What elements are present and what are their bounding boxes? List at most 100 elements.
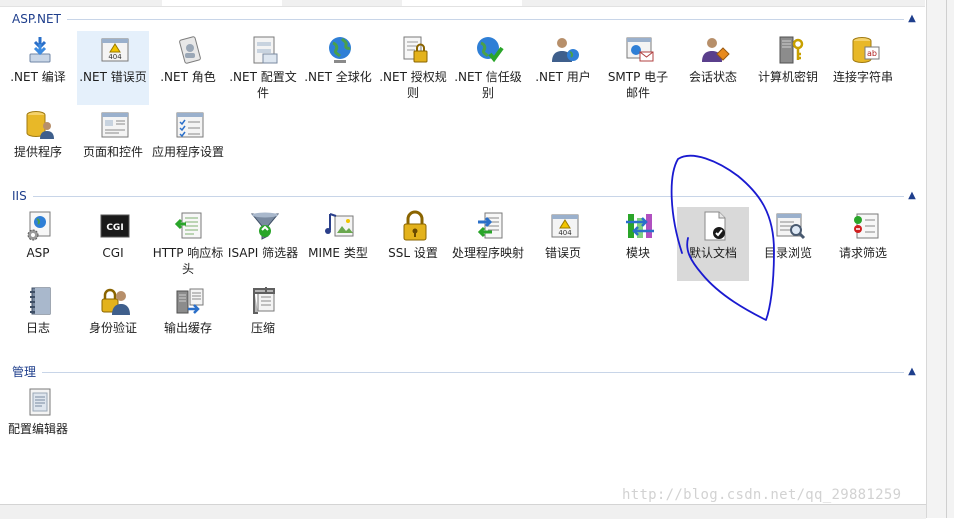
svg-text:404: 404	[108, 53, 122, 61]
feature-machine-key[interactable]: 计算机密钥	[752, 31, 824, 105]
feature-net-compilation[interactable]: .NET 编译	[2, 31, 74, 105]
role-card-icon	[174, 34, 206, 66]
feature-label: 连接字符串	[832, 70, 893, 84]
request-filter-icon	[849, 210, 881, 242]
output-cache-icon	[174, 285, 206, 317]
group-title-management: 管理	[12, 364, 43, 380]
padlock-icon	[399, 210, 431, 242]
feature-modules[interactable]: 模块	[602, 207, 674, 281]
database-users-icon	[24, 109, 56, 141]
feature-net-profile[interactable]: .NET 配置文件	[227, 31, 299, 105]
feature-net-error-pages[interactable]: 404 .NET 错误页	[77, 31, 149, 105]
feature-label: .NET 编译	[10, 70, 66, 84]
feature-label: 输出缓存	[163, 321, 212, 335]
feature-connection-strings[interactable]: ab 连接字符串	[827, 31, 899, 105]
globe-icon	[324, 34, 356, 66]
config-editor-icon	[24, 386, 56, 418]
group-separator	[12, 19, 904, 20]
feature-net-globalization[interactable]: .NET 全球化	[302, 31, 374, 105]
feature-mime-types[interactable]: MIME 类型	[302, 207, 374, 281]
handler-mapping-icon	[474, 210, 506, 242]
feature-compression[interactable]: 压缩	[227, 282, 299, 356]
feature-smtp-email[interactable]: SMTP 电子邮件	[602, 31, 674, 105]
feature-handler-mappings[interactable]: 处理程序映射	[452, 207, 524, 281]
feature-output-caching[interactable]: 输出缓存	[152, 282, 224, 356]
collapse-arrow-icon[interactable]: ▲	[906, 11, 918, 27]
globe-check-icon	[474, 34, 506, 66]
svg-text:ab: ab	[867, 49, 877, 58]
feature-label: 会话状态	[688, 70, 737, 84]
modules-icon	[624, 210, 656, 242]
session-user-icon	[699, 34, 731, 66]
error-404-icon: 404	[99, 34, 131, 66]
group-title-iis: IIS	[12, 188, 33, 204]
feature-logging[interactable]: 日志	[2, 282, 74, 356]
group-header-management[interactable]: 管理 ▲	[12, 364, 918, 380]
right-actions-pane	[926, 0, 954, 518]
feature-label: 日志	[25, 321, 50, 335]
funnel-icon	[249, 210, 281, 242]
feature-application-settings[interactable]: 应用程序设置	[152, 106, 224, 180]
feature-label: .NET 用户	[535, 70, 591, 84]
feature-label: 目录浏览	[763, 246, 812, 260]
feature-label: 错误页	[544, 246, 581, 260]
svg-text:CGI: CGI	[106, 223, 123, 233]
default-document-icon	[699, 210, 731, 242]
feature-label: 处理程序映射	[452, 246, 525, 260]
doc-lock-icon	[399, 34, 431, 66]
feature-label: ASP	[26, 246, 50, 260]
group-separator	[12, 372, 904, 373]
group-title-aspnet: ASP.NET	[12, 11, 67, 27]
view-switcher-bar	[0, 504, 926, 519]
feature-label: SMTP 电子邮件	[607, 70, 669, 100]
server-key-icon	[774, 34, 806, 66]
feature-pages-and-controls[interactable]: 页面和控件	[77, 106, 149, 180]
feature-request-filtering[interactable]: 请求筛选	[827, 207, 899, 281]
svg-text:404: 404	[558, 229, 572, 237]
feature-label: CGI	[102, 246, 124, 260]
group-header-aspnet[interactable]: ASP.NET ▲	[12, 11, 918, 27]
collapse-arrow-icon[interactable]: ▲	[906, 364, 918, 380]
feature-label: MIME 类型	[308, 246, 368, 260]
feature-label: 提供程序	[13, 145, 62, 159]
feature-label: 默认文档	[688, 246, 737, 260]
feature-label: .NET 角色	[160, 70, 216, 84]
feature-error-pages[interactable]: 404 错误页	[527, 207, 599, 281]
feature-label: 压缩	[250, 321, 275, 335]
cgi-terminal-icon: CGI	[99, 210, 131, 242]
feature-asp[interactable]: ASP	[2, 207, 74, 281]
group-separator	[12, 196, 904, 197]
auth-lock-user-icon	[99, 285, 131, 317]
feature-label: HTTP 响应标头	[152, 246, 224, 276]
feature-configuration-editor[interactable]: 配置编辑器	[2, 383, 74, 457]
user-globe-icon	[549, 34, 581, 66]
feature-label: 计算机密钥	[757, 70, 818, 84]
feature-isapi-filters[interactable]: ISAPI 筛选器	[227, 207, 299, 281]
feature-http-response-headers[interactable]: HTTP 响应标头	[152, 207, 224, 281]
feature-cgi[interactable]: CGI CGI	[77, 207, 149, 281]
collapse-arrow-icon[interactable]: ▲	[906, 188, 918, 204]
feature-session-state[interactable]: 会话状态	[677, 31, 749, 105]
watermark-text: http://blog.csdn.net/qq_29881259	[622, 487, 902, 503]
feature-net-trust-levels[interactable]: .NET 信任级别	[452, 31, 524, 105]
asp-gear-icon	[24, 210, 56, 242]
feature-authentication[interactable]: 身份验证	[77, 282, 149, 356]
feature-label: .NET 错误页	[79, 70, 147, 84]
feature-net-authorization-rules[interactable]: .NET 授权规则	[377, 31, 449, 105]
feature-label: .NET 配置文件	[229, 70, 297, 100]
feature-providers[interactable]: 提供程序	[2, 106, 74, 180]
feature-default-document[interactable]: 默认文档	[677, 207, 749, 281]
profile-window-icon	[249, 34, 281, 66]
checklist-icon	[174, 109, 206, 141]
feature-directory-browsing[interactable]: 目录浏览	[752, 207, 824, 281]
features-view: ASP.NET ▲ .NET 编译 404 .NET 错误页 .NET 角色 .…	[0, 6, 924, 504]
group-header-iis[interactable]: IIS ▲	[12, 188, 918, 204]
feature-ssl-settings[interactable]: SSL 设置	[377, 207, 449, 281]
feature-label: 身份验证	[88, 321, 137, 335]
feature-label: ISAPI 筛选器	[227, 246, 299, 260]
http-header-icon	[174, 210, 206, 242]
feature-net-roles[interactable]: .NET 角色	[152, 31, 224, 105]
page-controls-icon	[99, 109, 131, 141]
feature-label: .NET 信任级别	[454, 70, 522, 100]
feature-net-users[interactable]: .NET 用户	[527, 31, 599, 105]
